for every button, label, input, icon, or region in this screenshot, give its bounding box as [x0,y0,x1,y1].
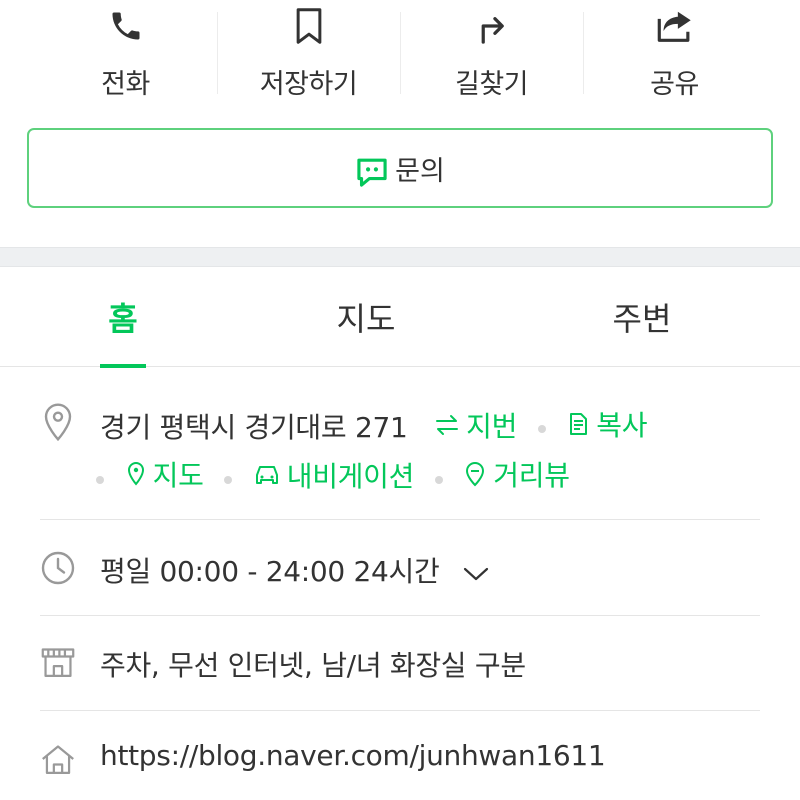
navigation-button[interactable]: 내비게이션 [253,455,414,495]
section-divider [0,247,800,267]
chat-bubble-icon [355,155,389,189]
call-label: 전화 [101,69,150,100]
map-pin-icon [127,461,144,486]
phone-icon [106,6,146,46]
street-view-label: 거리뷰 [493,459,570,492]
share-button[interactable]: 공유 [583,0,766,110]
directions-arrow-icon [472,6,512,46]
separator-dot [96,476,104,484]
navigation-label: 내비게이션 [286,460,415,493]
action-bar: 전화 저장하기 길찾기 공유 [0,0,800,110]
address-text: 경기 평택시 경기대로 271 [100,411,408,444]
street-view-icon [466,461,485,487]
inquiry-button[interactable]: 문의 [27,128,773,208]
facilities-text: 주차, 무선 인터넷, 남/녀 화장실 구분 [100,649,526,682]
hours-text: 평일 00:00 - 24:00 24시간 [100,555,440,588]
inquiry-label: 문의 [395,155,445,187]
call-button[interactable]: 전화 [34,0,217,110]
lot-number-label: 지번 [466,410,518,443]
tab-map[interactable]: 지도 [320,267,412,367]
homepage-row: https://blog.naver.com/junhwan1611 [40,711,760,800]
swap-arrows-icon [436,415,459,435]
location-pin-icon [40,403,76,442]
tab-home[interactable]: 홈 [100,267,146,368]
address-row: 경기 평택시 경기대로 271 지번 복사 지도 내비게이션 거리뷰 [40,368,760,520]
separator-dot [224,476,233,484]
map-link-button[interactable]: 지도 [125,454,204,494]
directions-label: 길찾기 [454,69,529,100]
separator-dot [537,425,546,433]
lot-number-button[interactable]: 지번 [434,405,517,445]
tab-bar: 홈 지도 주변 [0,267,800,368]
car-icon [255,466,278,484]
bookmark-icon [289,6,329,46]
tab-nearby[interactable]: 주변 [596,267,688,367]
save-button[interactable]: 저장하기 [217,0,400,110]
homepage-link[interactable]: https://blog.naver.com/junhwan1611 [100,739,606,772]
copy-label: 복사 [596,409,648,442]
separator-dot [434,476,443,484]
chevron-down-icon[interactable] [462,557,490,590]
facilities-row: 주차, 무선 인터넷, 남/녀 화장실 구분 [40,616,760,711]
save-label: 저장하기 [259,69,358,100]
street-view-button[interactable]: 거리뷰 [463,454,570,494]
clock-icon [40,550,76,586]
home-icon [40,741,76,777]
copy-icon [570,413,588,435]
directions-button[interactable]: 길찾기 [400,0,583,110]
map-link-label: 지도 [152,459,204,492]
share-icon [655,6,695,46]
share-label: 공유 [650,69,699,100]
copy-button[interactable]: 복사 [566,404,647,444]
store-icon [40,644,76,680]
hours-row[interactable]: 평일 00:00 - 24:00 24시간 [40,520,760,616]
